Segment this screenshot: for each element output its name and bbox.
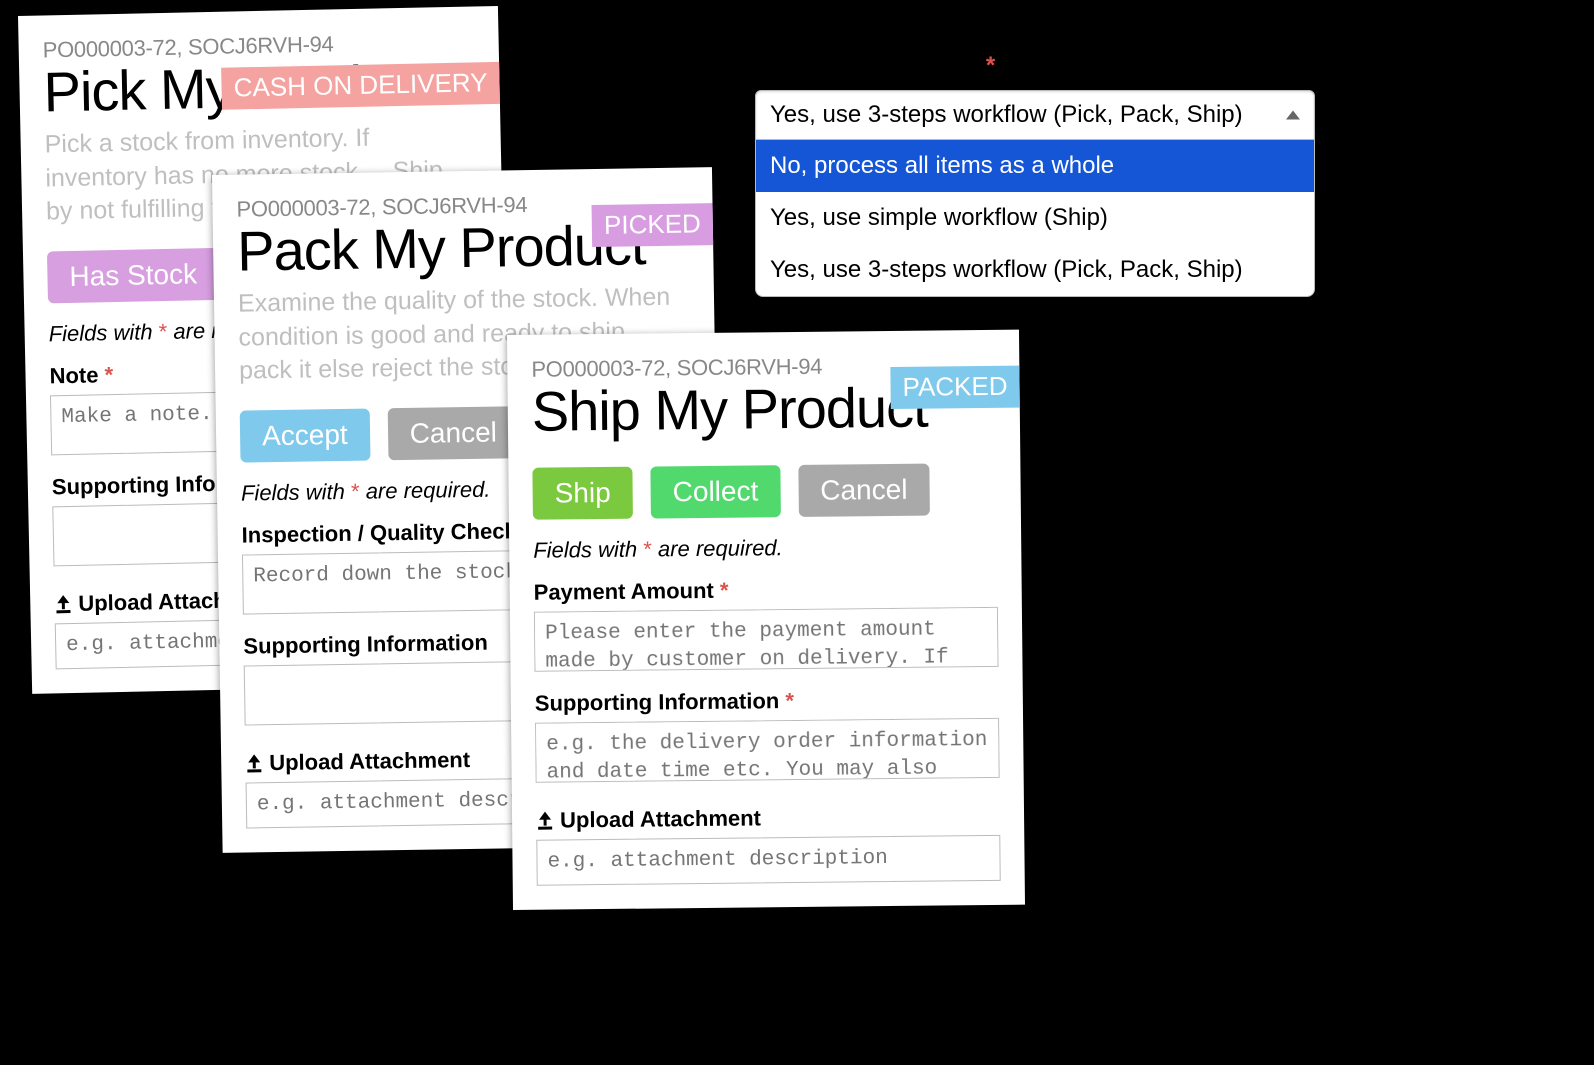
attachment-description-input[interactable] bbox=[536, 835, 1000, 886]
process-items-label: Process each items * bbox=[755, 52, 1315, 80]
cash-on-delivery-badge: CASH ON DELIVERY bbox=[221, 62, 500, 110]
cancel-button[interactable]: Cancel bbox=[387, 406, 519, 460]
collect-button[interactable]: Collect bbox=[650, 465, 780, 518]
ship-button[interactable]: Ship bbox=[532, 466, 633, 519]
dropdown-option[interactable]: No, process all items as a whole bbox=[756, 140, 1314, 192]
accept-button[interactable]: Accept bbox=[240, 409, 370, 463]
ship-card: PO000003-72, SOCJ6RVH-94 Ship My Product… bbox=[507, 330, 1025, 910]
picked-badge: PICKED bbox=[592, 203, 713, 247]
upload-icon bbox=[536, 811, 554, 829]
chevron-up-icon bbox=[1286, 111, 1300, 120]
cancel-button[interactable]: Cancel bbox=[798, 463, 930, 516]
dropdown-option[interactable]: Yes, use 3-steps workflow (Pick, Pack, S… bbox=[756, 244, 1314, 296]
has-stock-button[interactable]: Has Stock bbox=[47, 248, 220, 304]
dropdown-option[interactable]: Yes, use simple workflow (Ship) bbox=[756, 192, 1314, 244]
supporting-info-label: Supporting Information * bbox=[535, 686, 999, 717]
process-items-dropdown: Process each items * Yes, use 3-steps wo… bbox=[755, 52, 1315, 297]
dropdown-options-list: No, process all items as a whole Yes, us… bbox=[755, 140, 1315, 297]
process-items-select[interactable]: Yes, use 3-steps workflow (Pick, Pack, S… bbox=[755, 90, 1315, 140]
packed-badge: PACKED bbox=[890, 366, 1019, 409]
upload-attachment-label: Upload Attachment bbox=[536, 803, 1000, 834]
upload-icon bbox=[245, 754, 263, 772]
supporting-info-input[interactable] bbox=[535, 718, 1000, 783]
required-note: Fields with * are required. bbox=[533, 533, 997, 564]
payment-amount-label: Payment Amount * bbox=[534, 575, 998, 606]
dropdown-selected-value: Yes, use 3-steps workflow (Pick, Pack, S… bbox=[770, 101, 1243, 128]
upload-icon bbox=[54, 595, 72, 613]
payment-amount-input[interactable] bbox=[534, 607, 999, 672]
